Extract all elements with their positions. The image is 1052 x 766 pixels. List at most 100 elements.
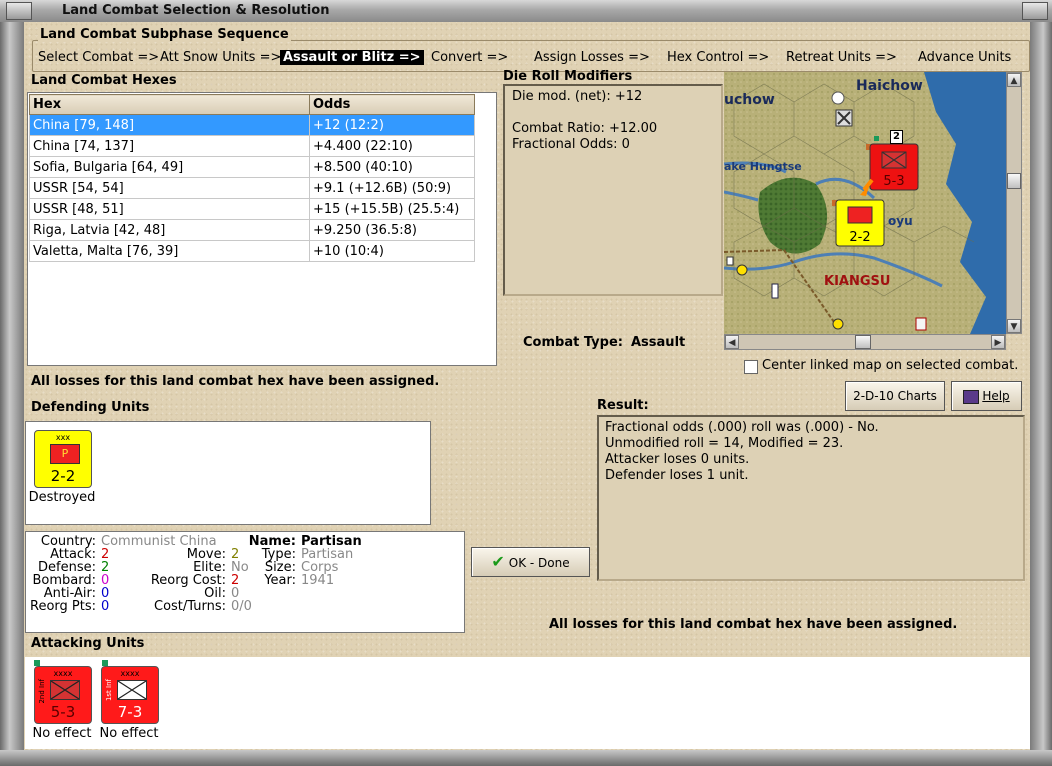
column-header-hex[interactable]: Hex — [29, 94, 310, 115]
infantry-symbol-icon — [117, 680, 147, 700]
map-horizontal-scrollbar[interactable]: ◀ ▶ — [724, 334, 1006, 350]
scroll-down-arrow-icon[interactable]: ▼ — [1007, 319, 1021, 333]
losses-assigned-message-2: All losses for this land combat hex have… — [549, 617, 958, 632]
help-button-label: Help — [982, 389, 1010, 403]
attacking-unit-counter[interactable]: xxxx 1st Inf 7-3 — [101, 666, 159, 724]
die-roll-title: Die Roll Modifiers — [503, 69, 633, 84]
system-menu-button[interactable] — [6, 2, 32, 20]
hex-cell: Riga, Latvia [42, 48] — [29, 219, 310, 241]
defending-unit-counter[interactable]: xxx P 2-2 — [34, 430, 92, 488]
stack-count-badge: 2 — [890, 130, 903, 144]
table-row[interactable]: China [79, 148] +12 (12:2) — [29, 114, 475, 136]
attacking-units-panel — [25, 657, 1030, 749]
hex-cell: Sofia, Bulgaria [64, 49] — [29, 156, 310, 178]
phase-hex-control: Hex Control => — [667, 50, 770, 65]
vertical-scroll-thumb[interactable] — [1007, 173, 1021, 189]
defending-unit-status: Destroyed — [28, 490, 96, 505]
phase-advance-units: Advance Units — [918, 50, 1012, 65]
result-panel: Fractional odds (.000) roll was (.000) -… — [597, 415, 1025, 581]
phase-assign-losses: Assign Losses => — [534, 50, 650, 65]
table-row[interactable]: USSR [48, 51] +15 (+15.5B) (25.5:4) — [29, 198, 475, 220]
year-label: Year: — [264, 573, 296, 588]
scroll-left-arrow-icon[interactable]: ◀ — [725, 335, 739, 349]
linked-map[interactable]: uchow Haichow ake Hungtse oyu KIANGSU 2 … — [724, 72, 1006, 334]
result-line: Attacker loses 0 units. — [605, 452, 750, 467]
map-label-lake: ake Hungtse — [724, 160, 802, 173]
subphase-title: Land Combat Subphase Sequence — [38, 27, 291, 42]
hex-cell: China [79, 148] — [29, 114, 310, 136]
map-attacker-strength: 5-3 — [883, 174, 905, 189]
combat-ratio-line: Combat Ratio: +12.00 — [512, 121, 658, 136]
map-graphic — [724, 72, 1006, 334]
map-vertical-scrollbar[interactable]: ▲ ▼ — [1006, 72, 1022, 334]
table-row[interactable]: USSR [54, 54] +9.1 (+12.6B) (50:9) — [29, 177, 475, 199]
reorg-pts-value: 0 — [101, 599, 110, 614]
reorg-pts-label: Reorg Pts: — [30, 599, 96, 614]
phase-select-combat: Select Combat => — [38, 50, 160, 65]
die-mod-line: Die mod. (net): +12 — [512, 89, 643, 104]
checkmark-icon: ✔ — [491, 552, 505, 571]
phase-att-snow-units: Att Snow Units => — [160, 50, 282, 65]
map-label-oyu: oyu — [888, 214, 913, 228]
losses-assigned-message: All losses for this land combat hex have… — [31, 374, 440, 389]
frame-left — [0, 22, 24, 766]
odds-cell: +15 (+15.5B) (25.5:4) — [309, 198, 475, 220]
infantry-cross-icon — [117, 680, 147, 700]
die-roll-panel: Die mod. (net): +12 Combat Ratio: +12.00… — [503, 84, 723, 296]
result-title: Result: — [597, 398, 649, 413]
odds-cell: +8.500 (40:10) — [309, 156, 475, 178]
horizontal-scroll-thumb[interactable] — [855, 335, 871, 349]
infantry-cross-icon — [50, 680, 80, 700]
hex-cell: Valetta, Malta [76, 39] — [29, 240, 310, 262]
result-line: Fractional odds (.000) roll was (.000) -… — [605, 420, 879, 435]
phase-assault-or-blitz: Assault or Blitz => — [280, 50, 424, 65]
odds-cell: +12 (12:2) — [309, 114, 475, 136]
table-row[interactable]: Riga, Latvia [42, 48] +9.250 (36.5:8) — [29, 219, 475, 241]
attacking-unit-counter[interactable]: xxxx 2nd Inf 5-3 — [34, 666, 92, 724]
phase-convert: Convert => — [431, 50, 509, 65]
frame-right — [1030, 22, 1052, 766]
unit-info-panel: Country: Communist China Attack: 2 Defen… — [25, 531, 465, 633]
hex-cell: China [74, 137] — [29, 135, 310, 157]
title-bar[interactable]: Land Combat Selection & Resolution — [0, 0, 1052, 23]
book-icon — [963, 389, 980, 404]
attacking-units-title: Attacking Units — [31, 636, 145, 651]
charts-button[interactable]: 2-D-10 Charts — [845, 381, 945, 411]
combat-type-value: Assault — [631, 335, 686, 350]
scroll-right-arrow-icon[interactable]: ▶ — [991, 335, 1005, 349]
fractional-odds-line: Fractional Odds: 0 — [512, 137, 630, 152]
map-label-kiangsu: KIANGSU — [824, 274, 891, 289]
hex-cell: USSR [54, 54] — [29, 177, 310, 199]
hex-cell: USSR [48, 51] — [29, 198, 310, 220]
cost-turns-label: Cost/Turns: — [154, 599, 226, 614]
unit-designation: 2nd Inf — [38, 679, 46, 704]
odds-cell: +9.1 (+12.6B) (50:9) — [309, 177, 475, 199]
ok-done-button[interactable]: ✔ OK - Done — [471, 547, 590, 577]
combat-type-label: Combat Type: — [523, 335, 623, 350]
unit-strength: 7-3 — [117, 703, 143, 721]
table-row[interactable]: China [74, 137] +4.400 (22:10) — [29, 135, 475, 157]
unit-size-marker: xxx — [55, 433, 71, 442]
result-line: Defender loses 1 unit. — [605, 468, 749, 483]
map-defender-strength: 2-2 — [849, 230, 871, 245]
year-value: 1941 — [301, 573, 335, 588]
table-row[interactable]: Valetta, Malta [76, 39] +10 (10:4) — [29, 240, 475, 262]
center-map-checkbox[interactable] — [744, 360, 758, 374]
map-label-haichow: Haichow — [856, 78, 923, 94]
unit-strength: 5-3 — [50, 703, 76, 721]
odds-cell: +9.250 (36.5:8) — [309, 219, 475, 241]
map-label-suchow: uchow — [724, 92, 775, 108]
window-title: Land Combat Selection & Resolution — [62, 3, 330, 18]
close-button[interactable] — [1022, 2, 1048, 20]
odds-cell: +4.400 (22:10) — [309, 135, 475, 157]
unit-designation: 1st Inf — [105, 679, 113, 702]
defending-units-title: Defending Units — [31, 400, 150, 415]
table-row[interactable]: Sofia, Bulgaria [64, 49] +8.500 (40:10) — [29, 156, 475, 178]
ok-done-label: OK - Done — [508, 556, 570, 570]
help-button[interactable]: Help — [951, 381, 1022, 411]
odds-cell: +10 (10:4) — [309, 240, 475, 262]
attacking-unit-status: No effect — [32, 726, 92, 741]
unit-size-marker: xxxx — [120, 669, 140, 678]
column-header-odds[interactable]: Odds — [309, 94, 475, 115]
scroll-up-arrow-icon[interactable]: ▲ — [1007, 73, 1021, 87]
